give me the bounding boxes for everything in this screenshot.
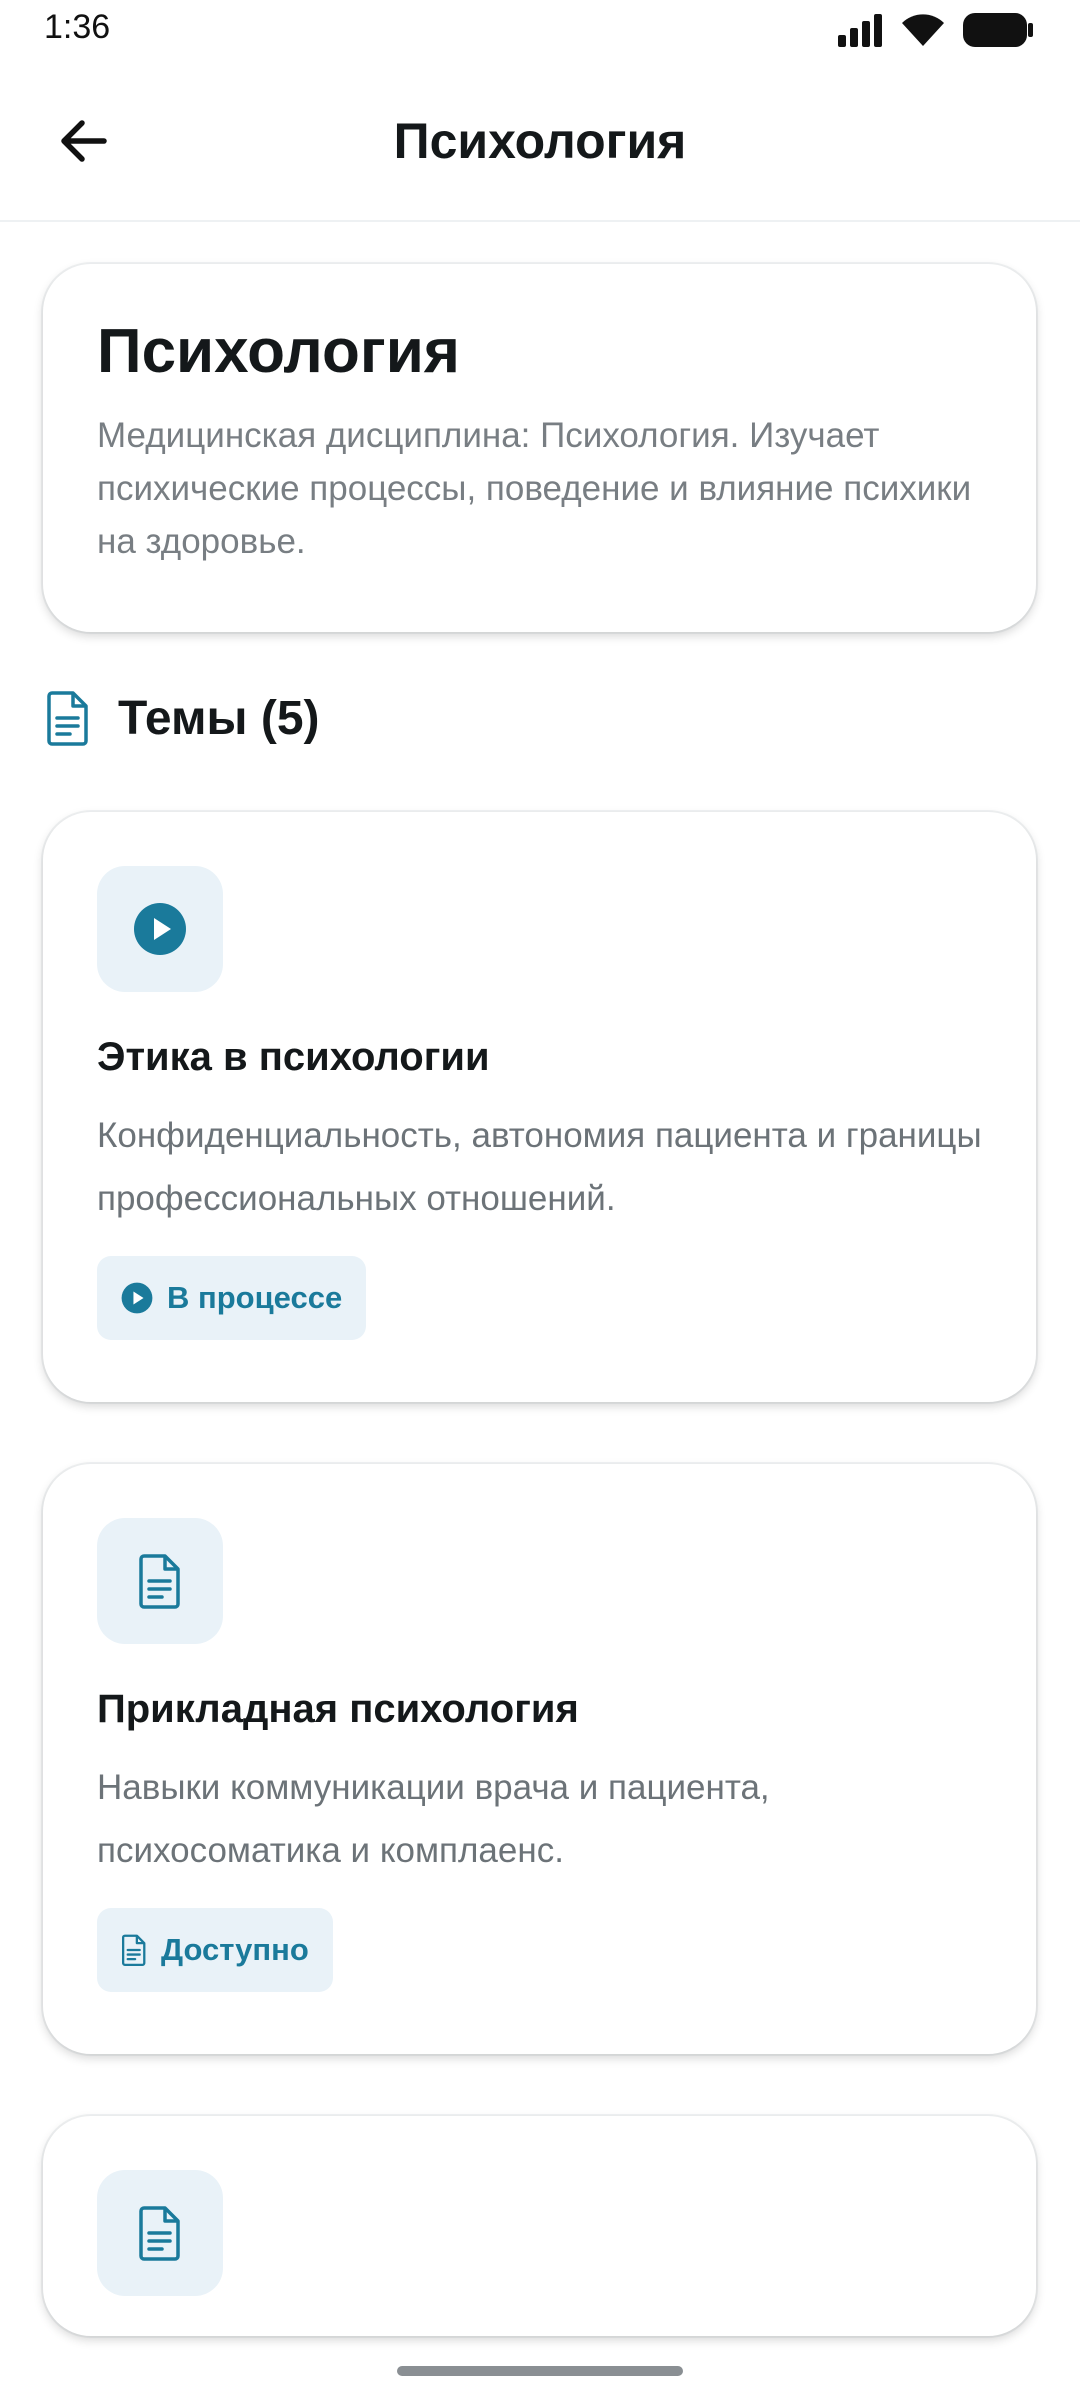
status-badge: Доступно <box>97 1908 333 1992</box>
status-badge-label: Доступно <box>161 1932 309 1967</box>
play-circle-icon <box>134 903 186 955</box>
home-indicator[interactable] <box>397 2366 683 2376</box>
document-icon <box>139 2206 180 2261</box>
topic-icon-box <box>97 2170 223 2296</box>
discipline-card: Психология Медицинская дисциплина: Психо… <box>43 264 1036 632</box>
topic-card[interactable] <box>43 2116 1036 2336</box>
battery-icon <box>963 13 1033 47</box>
status-badge-label: В процессе <box>167 1280 343 1315</box>
signal-icon <box>838 14 882 47</box>
status-badge: В процессе <box>97 1256 367 1340</box>
topics-section-title: Темы (5) <box>118 691 320 745</box>
topic-description: Навыки коммуникации врача и пациента, пс… <box>97 1768 770 1870</box>
app-bar: Психология <box>0 64 1080 222</box>
document-icon <box>47 691 88 746</box>
page-title: Психология <box>393 113 687 169</box>
discipline-title: Психология <box>97 317 460 386</box>
topic-icon-box <box>97 1518 223 1644</box>
discipline-description: Медицинская дисциплина: Психология. Изуч… <box>97 416 972 562</box>
status-icons <box>836 12 1034 48</box>
document-icon <box>122 1934 146 1966</box>
topic-title: Прикладная психология <box>97 1687 579 1731</box>
status-bar: 1:36 <box>0 0 1080 64</box>
topic-description: Конфиденциальность, автономия пациента и… <box>97 1116 982 1218</box>
topic-icon-box <box>97 866 223 992</box>
topic-card[interactable]: Прикладная психология Навыки коммуникаци… <box>43 1464 1036 2054</box>
topic-title: Этика в психологии <box>97 1035 490 1079</box>
play-circle-icon <box>121 1282 153 1314</box>
topics-section-header: Темы (5) <box>46 690 320 746</box>
wifi-icon <box>902 14 944 46</box>
status-time: 1:36 <box>44 8 111 46</box>
document-icon <box>139 1554 180 1609</box>
topic-card[interactable]: Этика в психологии Конфиденциальность, а… <box>43 812 1036 1402</box>
